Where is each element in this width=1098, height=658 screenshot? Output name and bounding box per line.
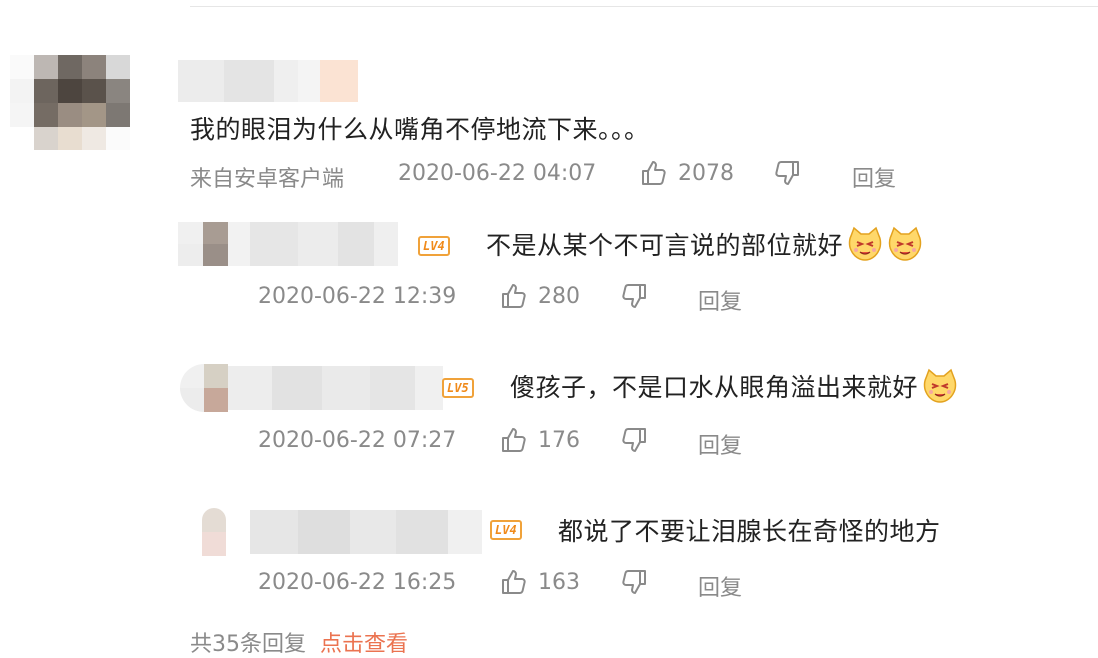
cat-face-emoji: [847, 226, 883, 268]
comment-source: 来自安卓客户端: [190, 167, 345, 192]
avatar[interactable]: [178, 222, 228, 266]
like-count: 176: [538, 427, 580, 453]
level-badge: LV4: [418, 236, 450, 256]
thumbs-up-icon: [640, 159, 668, 187]
username-blurred[interactable]: [228, 366, 443, 410]
reply-button[interactable]: 回复: [698, 570, 742, 602]
username-blurred[interactable]: [178, 60, 358, 102]
more-replies: 共35条回复 点击查看: [190, 626, 408, 658]
level-badge: LV5: [442, 378, 474, 398]
level-badge: LV4: [490, 520, 522, 540]
reply-button[interactable]: 回复: [698, 284, 742, 316]
cat-face-emoji: [887, 226, 923, 268]
avatar[interactable]: [10, 55, 130, 150]
thumbs-down-icon: [620, 568, 648, 596]
comment-text: 我的眼泪为什么从嘴角不停地流下来。。。: [190, 115, 650, 144]
reply-timestamp: 2020-06-22 07:27: [258, 428, 457, 453]
username-blurred[interactable]: [250, 510, 482, 554]
like-button[interactable]: 2078: [640, 156, 734, 190]
view-replies-link[interactable]: 点击查看: [320, 632, 408, 657]
reply-text: 不是从某个不可言说的部位就好: [486, 226, 923, 268]
divider: [190, 6, 1098, 7]
like-count: 163: [538, 569, 580, 595]
reply-text: 傻孩子，不是口水从眼角溢出来就好: [510, 368, 958, 410]
reply-timestamp: 2020-06-22 16:25: [258, 570, 457, 595]
dislike-button[interactable]: [773, 156, 801, 190]
reply-timestamp: 2020-06-22 12:39: [258, 284, 457, 309]
thumbs-down-icon: [773, 159, 801, 187]
thumbs-up-icon: [500, 426, 528, 454]
like-button[interactable]: 280: [500, 279, 580, 313]
like-button[interactable]: 163: [500, 565, 580, 599]
like-count: 280: [538, 283, 580, 309]
dislike-button[interactable]: [620, 423, 648, 457]
thumbs-down-icon: [620, 282, 648, 310]
reply-count-text: 共35条回复: [190, 632, 306, 657]
avatar[interactable]: [180, 364, 228, 412]
like-button[interactable]: 176: [500, 423, 580, 457]
dislike-button[interactable]: [620, 279, 648, 313]
thumbs-up-icon: [500, 568, 528, 596]
reply-text: 都说了不要让泪腺长在奇怪的地方: [558, 517, 941, 546]
thumbs-up-icon: [500, 282, 528, 310]
comment-timestamp: 2020-06-22 04:07: [398, 161, 597, 186]
dislike-button[interactable]: [620, 565, 648, 599]
thumbs-down-icon: [620, 426, 648, 454]
like-count: 2078: [678, 160, 734, 186]
reply-button[interactable]: 回复: [698, 428, 742, 460]
username-blurred[interactable]: [228, 222, 398, 266]
reply-button[interactable]: 回复: [852, 161, 896, 193]
cat-face-emoji: [922, 368, 958, 410]
avatar[interactable]: [202, 508, 226, 556]
